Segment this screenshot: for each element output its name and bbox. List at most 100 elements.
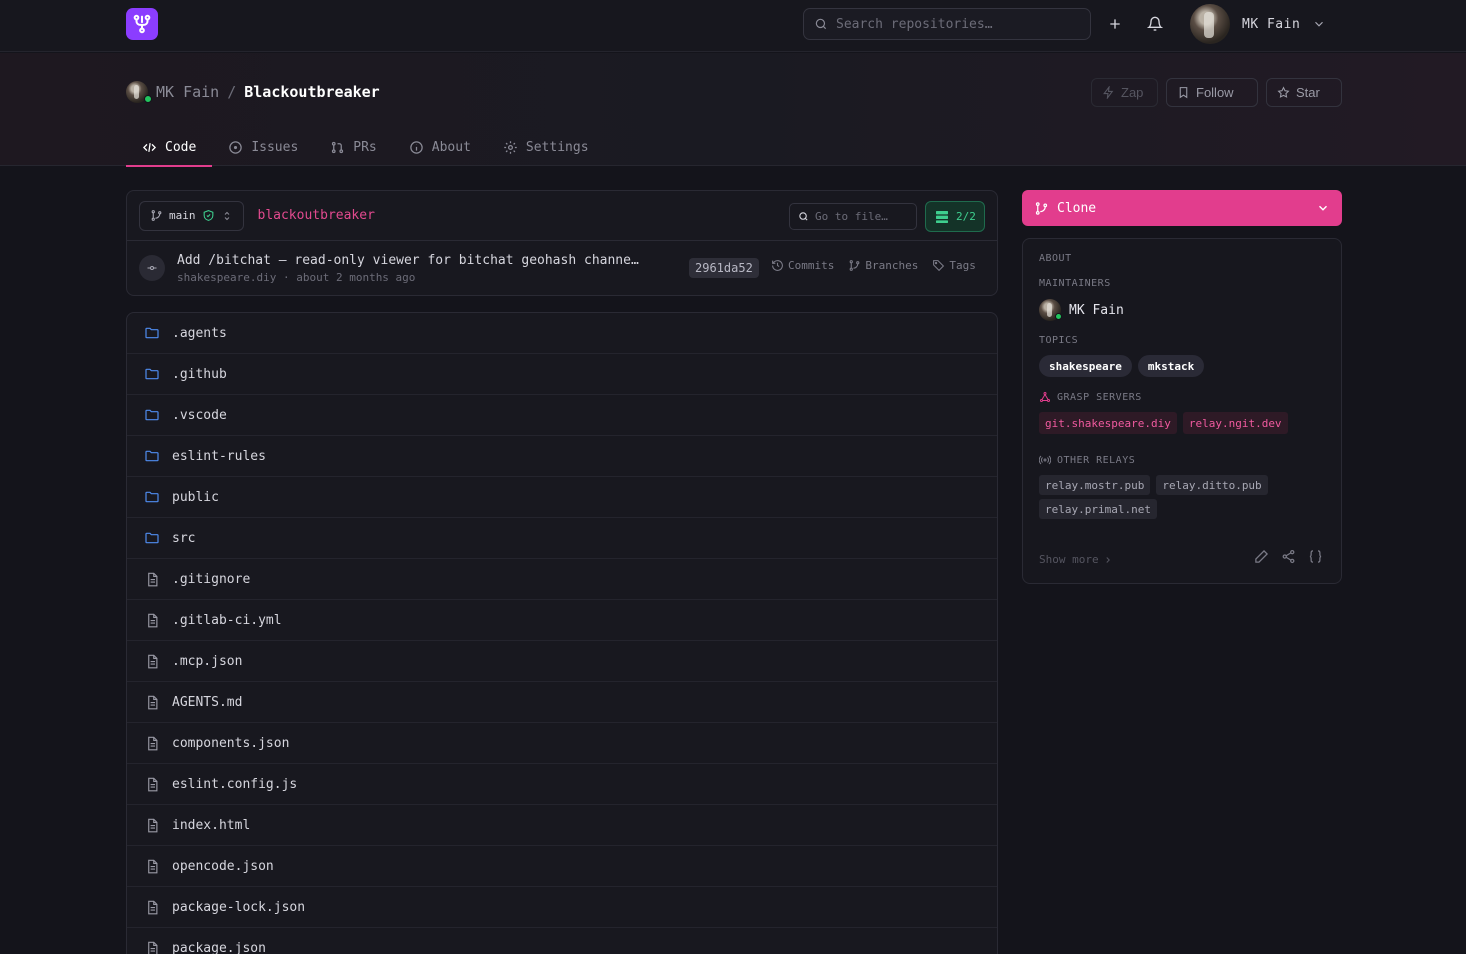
tag-icon	[933, 260, 945, 272]
tab-issues[interactable]: Issues	[212, 128, 314, 166]
file-list: .agents .github .vscode eslint-rules public s…	[126, 312, 998, 954]
file-icon	[145, 818, 160, 833]
file-name: package-lock.json	[172, 899, 306, 915]
commit-message[interactable]: Add /bitchat — read-only viewer for bitc…	[177, 253, 639, 268]
tab-label: Issues	[251, 139, 299, 155]
file-name: .gitlab-ci.yml	[172, 612, 282, 628]
star-button[interactable]: Star	[1266, 78, 1342, 107]
file-row[interactable]: .vscode	[127, 395, 997, 436]
file-row[interactable]: .gitignore	[127, 559, 997, 600]
topic-chip[interactable]: shakespeare	[1039, 355, 1132, 377]
file-row[interactable]: opencode.json	[127, 846, 997, 887]
topic-chip[interactable]: mkstack	[1137, 355, 1205, 377]
clone-label: Clone	[1057, 200, 1097, 216]
file-row[interactable]: components.json	[127, 723, 997, 764]
file-name: src	[172, 530, 196, 546]
tab-prs[interactable]: PRs	[314, 128, 392, 166]
grasp-server-chip[interactable]: relay.ngit.dev	[1182, 412, 1288, 434]
file-icon	[145, 777, 160, 792]
zap-button[interactable]: Zap	[1091, 78, 1158, 107]
commit-meta: shakespeare.diy · about 2 months ago	[177, 271, 639, 284]
branch-selector[interactable]: main	[139, 200, 244, 231]
branch-icon	[849, 260, 860, 271]
server-icon	[936, 210, 948, 223]
branch-name: main	[169, 209, 196, 222]
file-icon	[145, 654, 160, 669]
tab-about[interactable]: About	[393, 128, 487, 166]
file-row[interactable]: package.json	[127, 928, 997, 954]
plus-icon[interactable]	[1105, 14, 1125, 34]
file-row[interactable]: .mcp.json	[127, 641, 997, 682]
grasp-label: GRASP SERVERS	[1057, 391, 1142, 403]
commit-sha[interactable]: 2961da52	[689, 258, 759, 278]
file-row[interactable]: .github	[127, 354, 997, 395]
circle-dot-icon	[229, 140, 243, 154]
file-icon	[145, 736, 160, 751]
info-icon	[410, 140, 423, 154]
bell-icon[interactable]	[1145, 14, 1165, 34]
commits-label: Commits	[788, 259, 835, 272]
relay-status-badge[interactable]: 2/2	[925, 201, 985, 232]
fork-logo-icon[interactable]	[126, 8, 158, 40]
file-icon	[145, 859, 160, 874]
file-row[interactable]: .agents	[127, 313, 997, 354]
file-name: opencode.json	[172, 858, 274, 874]
clone-button[interactable]: Clone	[1022, 190, 1342, 226]
repo-tabs: Code Issues PRs About Settings	[126, 128, 605, 167]
tab-label: About	[431, 139, 471, 155]
folder-icon	[144, 530, 160, 546]
maintainer-name: MK Fain	[1069, 302, 1124, 318]
network-icon	[1040, 392, 1050, 402]
grasp-server-chip[interactable]: git.shakespeare.diy	[1039, 412, 1177, 434]
repo-name[interactable]: Blackoutbreaker	[244, 83, 379, 101]
relay-chip[interactable]: relay.mostr.pub	[1039, 475, 1151, 495]
follow-button[interactable]: Follow	[1166, 78, 1258, 107]
repo-link[interactable]: blackoutbreaker	[258, 208, 375, 223]
relays-label: OTHER RELAYS	[1057, 454, 1136, 466]
main-content: main blackoutbreaker 2/2 Add /bitchat — …	[126, 190, 998, 954]
search-input[interactable]	[836, 16, 1076, 32]
avatar	[1190, 4, 1230, 44]
other-relays-heading: OTHER RELAYS	[1039, 454, 1325, 466]
goto-file[interactable]	[789, 203, 917, 230]
about-label: ABOUT	[1039, 253, 1072, 264]
braces-icon[interactable]	[1308, 549, 1323, 564]
file-row[interactable]: index.html	[127, 805, 997, 846]
repo-search[interactable]	[803, 8, 1091, 40]
relay-chip[interactable]: relay.primal.net	[1039, 499, 1157, 519]
relay-chip[interactable]: relay.ditto.pub	[1156, 475, 1268, 495]
separator-dot: ·	[282, 270, 290, 284]
branch-icon	[1035, 201, 1048, 215]
commits-link[interactable]: Commits	[771, 259, 834, 272]
share-icon[interactable]	[1281, 549, 1296, 564]
star-label: Star	[1296, 85, 1320, 100]
relay-status: 2/2	[956, 210, 976, 223]
file-row[interactable]: eslint.config.js	[127, 764, 997, 805]
file-row[interactable]: .gitlab-ci.yml	[127, 600, 997, 641]
commit-author[interactable]: shakespeare.diy	[177, 271, 276, 284]
folder-icon	[144, 325, 160, 341]
folder-icon	[144, 489, 160, 505]
file-name: AGENTS.md	[172, 694, 243, 710]
tab-label: Code	[165, 139, 197, 155]
tab-settings[interactable]: Settings	[487, 128, 605, 166]
file-row[interactable]: public	[127, 477, 997, 518]
tags-link[interactable]: Tags	[932, 259, 976, 272]
file-row[interactable]: AGENTS.md	[127, 682, 997, 723]
branches-link[interactable]: Branches	[848, 259, 918, 272]
commit-text: Add /bitchat — read-only viewer for bitc…	[177, 253, 639, 284]
repo-owner[interactable]: MK Fain	[156, 83, 219, 101]
file-row[interactable]: src	[127, 518, 997, 559]
folder-icon	[144, 366, 160, 382]
maintainer[interactable]: MK Fain	[1039, 299, 1325, 321]
file-row[interactable]: eslint-rules	[127, 436, 997, 477]
user-menu[interactable]: MK Fain	[1190, 4, 1326, 44]
goto-file-input[interactable]	[815, 210, 915, 223]
latest-commit: Add /bitchat — read-only viewer for bitc…	[127, 241, 997, 295]
about-card: ABOUT MAINTAINERS MK Fain TOPICS shakesp…	[1022, 238, 1342, 584]
tab-code[interactable]: Code	[126, 128, 213, 167]
file-row[interactable]: package-lock.json	[127, 887, 997, 928]
pencil-icon[interactable]	[1254, 549, 1269, 564]
show-more-link[interactable]: Show more	[1039, 553, 1113, 566]
maintainers-label: MAINTAINERS	[1039, 278, 1111, 289]
